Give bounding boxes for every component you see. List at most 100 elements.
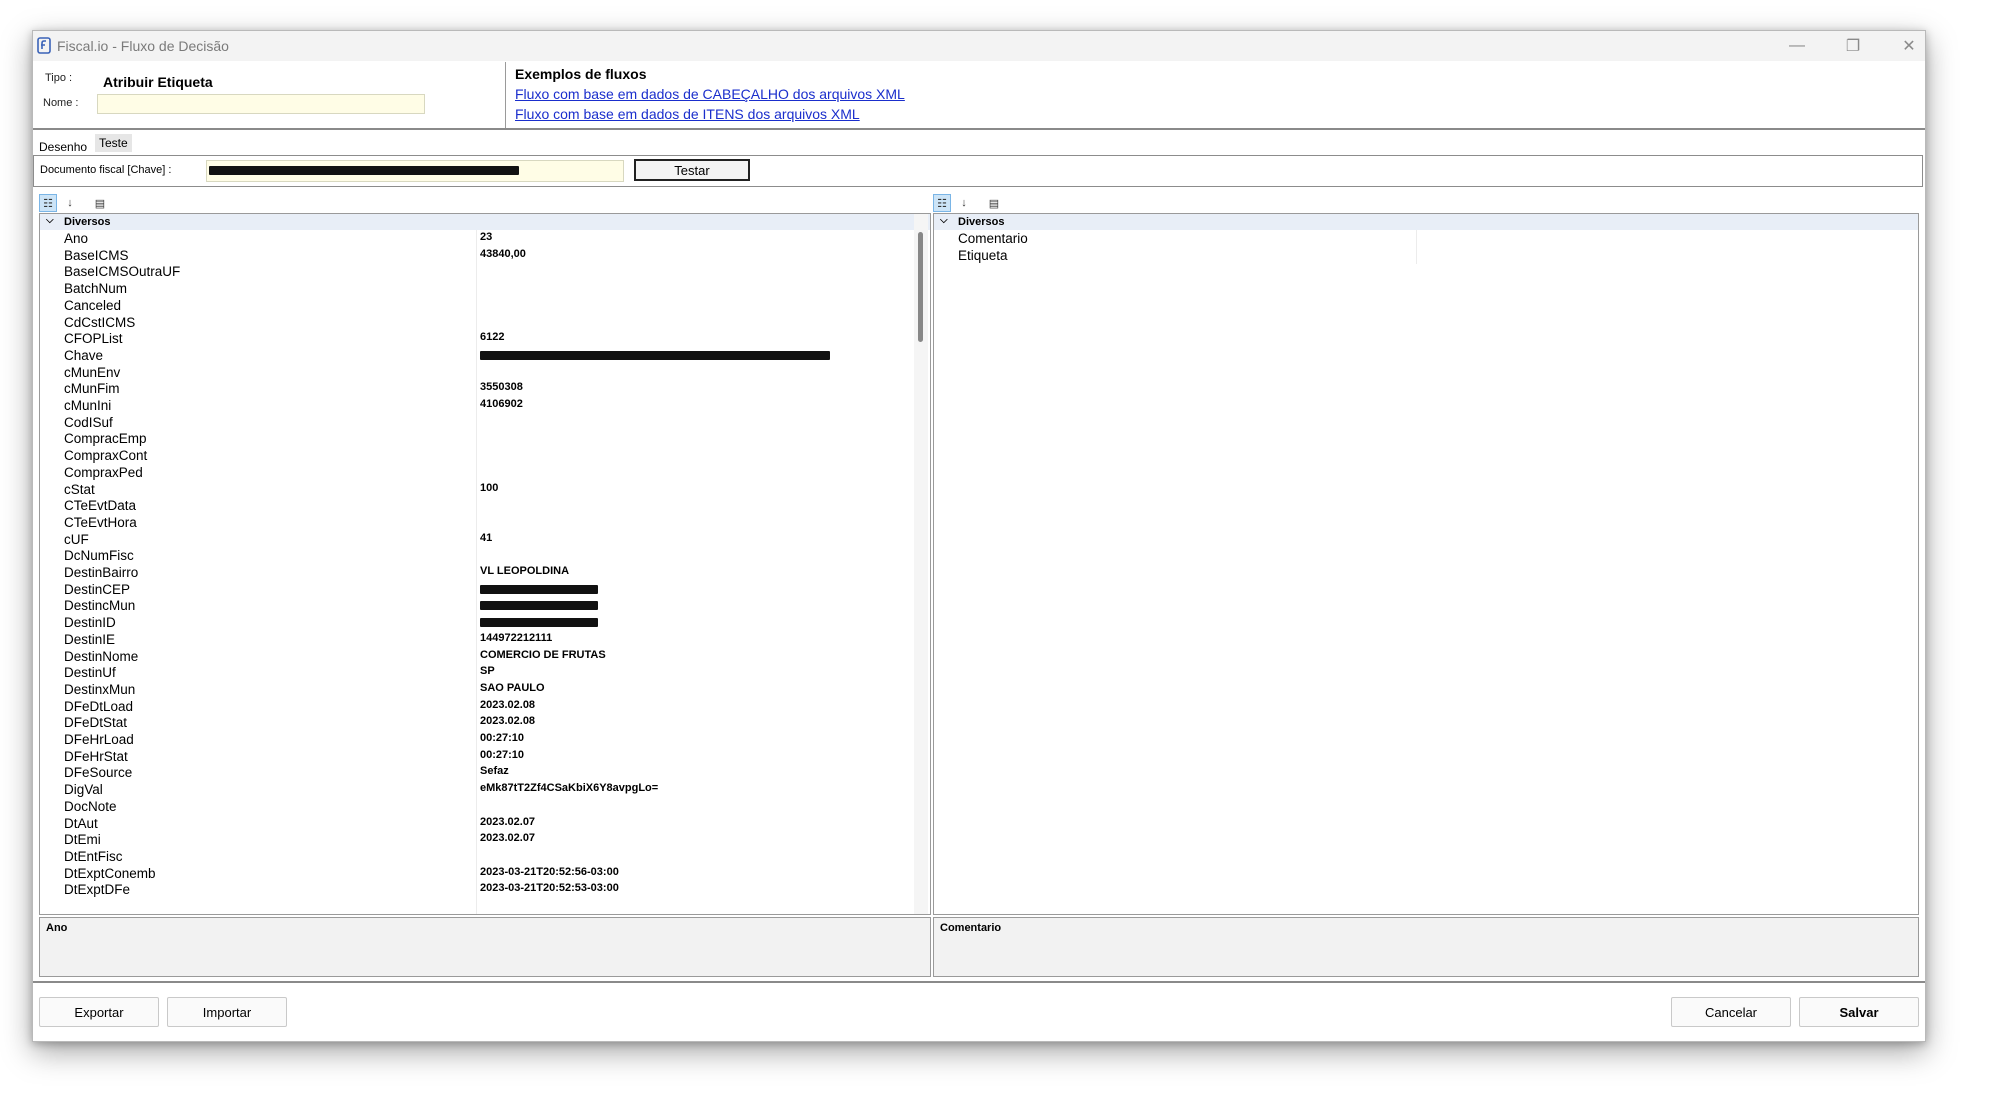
alphabetical-sort-icon[interactable]: ↓ [61, 194, 79, 212]
property-row[interactable]: Comentario [934, 230, 1916, 247]
property-name: CTeEvtData [64, 498, 137, 514]
property-value[interactable]: 43840,00 [480, 248, 526, 260]
property-row[interactable]: CFOPList 6122 [40, 330, 912, 347]
category-row-diversos[interactable]: ⌵ Diversos [934, 214, 1918, 230]
categorized-icon[interactable]: ☷ [39, 194, 57, 212]
property-value[interactable]: VL LEOPOLDINA [480, 565, 569, 577]
property-pages-icon[interactable]: ▤ [985, 194, 1003, 212]
property-row[interactable]: Canceled [40, 297, 912, 314]
minimize-icon[interactable]: — [1777, 35, 1817, 57]
close-icon[interactable]: ✕ [1889, 35, 1929, 57]
property-row[interactable]: Chave [40, 347, 912, 364]
property-row[interactable]: cMunIni 4106902 [40, 397, 912, 414]
property-row[interactable]: DtEntFisc [40, 848, 912, 865]
category-row-diversos[interactable]: ⌵ Diversos [40, 214, 930, 230]
property-row[interactable]: cStat 100 [40, 481, 912, 498]
property-row[interactable]: CodISuf [40, 414, 912, 431]
nome-input[interactable] [97, 94, 425, 114]
property-name: DestinID [64, 615, 116, 631]
restore-icon[interactable]: ❐ [1833, 35, 1873, 57]
property-row[interactable]: DestinUf SP [40, 664, 912, 681]
categorized-icon[interactable]: ☷ [933, 194, 951, 212]
property-row[interactable]: DFeHrStat 00:27:10 [40, 748, 912, 765]
property-row[interactable]: DFeSource Sefaz [40, 764, 912, 781]
property-row[interactable]: DigVal eMk87tT2Zf4CSaKbiX6Y8avpgLo= [40, 781, 912, 798]
property-value[interactable]: 00:27:10 [480, 749, 524, 761]
property-row[interactable]: Etiqueta [934, 247, 1916, 264]
property-name: DestinNome [64, 648, 139, 664]
importar-button[interactable]: Importar [167, 997, 287, 1027]
property-value[interactable]: 41 [480, 532, 492, 544]
property-name: BaseICMS [64, 247, 129, 263]
property-value[interactable]: COMERCIO DE FRUTAS [480, 649, 606, 661]
property-row[interactable]: ComprасEmp [40, 430, 912, 447]
link-cabecalho[interactable]: Fluxo com base em dados de CABEÇALHO dos… [515, 86, 905, 102]
right-property-grid: ⌵ Diversos Comentario Etiqueta [933, 213, 1919, 915]
property-row[interactable]: DestinNome COMERCIO DE FRUTAS [40, 648, 912, 665]
property-row[interactable]: DtExptConemb 2023-03-21T20:52:56-03:00 [40, 865, 912, 882]
property-row[interactable]: cUF 41 [40, 531, 912, 548]
property-value[interactable]: 23 [480, 231, 492, 243]
property-row[interactable]: cMunFim 3550308 [40, 380, 912, 397]
property-value[interactable]: SAO PAULO [480, 682, 545, 694]
property-name: Ano [64, 231, 89, 246]
property-row[interactable]: Ano 23 [40, 230, 912, 247]
property-row[interactable]: CTeEvtHora [40, 514, 912, 531]
property-row[interactable]: DtExptDFe 2023-03-21T20:52:53-03:00 [40, 881, 912, 898]
property-pages-icon[interactable]: ▤ [91, 194, 109, 212]
property-value[interactable]: SP [480, 665, 495, 677]
exportar-button[interactable]: Exportar [39, 997, 159, 1027]
property-value[interactable]: eMk87tT2Zf4CSaKbiX6Y8avpgLo= [480, 782, 658, 794]
property-row[interactable]: DestinID [40, 614, 912, 631]
property-row[interactable]: DestinCEP [40, 581, 912, 598]
property-row[interactable]: DestinxMun SAO PAULO [40, 681, 912, 698]
property-value[interactable]: 2023.02.08 [480, 715, 535, 727]
property-value[interactable]: 2023.02.07 [480, 816, 535, 828]
tab-desenho[interactable]: Desenho [35, 138, 91, 156]
property-value[interactable]: Sefaz [480, 765, 509, 777]
redacted-value [480, 618, 598, 628]
property-value[interactable]: 2023.02.07 [480, 832, 535, 844]
redacted-value [480, 601, 598, 611]
property-row[interactable]: DtAut 2023.02.07 [40, 815, 912, 832]
property-value[interactable]: 2023.02.08 [480, 699, 535, 711]
property-row[interactable]: DFeHrLoad 00:27:10 [40, 731, 912, 748]
tab-teste[interactable]: Teste [95, 134, 132, 152]
property-row[interactable]: DocNote [40, 798, 912, 815]
property-value[interactable]: 4106902 [480, 398, 523, 410]
alphabetical-sort-icon[interactable]: ↓ [955, 194, 973, 212]
chevron-down-icon[interactable]: ⌵ [940, 215, 948, 226]
scroll-thumb[interactable] [918, 232, 923, 342]
link-itens[interactable]: Fluxo com base em dados de ITENS dos arq… [515, 106, 860, 122]
cancelar-button[interactable]: Cancelar [1671, 997, 1791, 1027]
property-row[interactable]: CompraxCont [40, 447, 912, 464]
property-name: Canceled [64, 297, 122, 313]
testar-button[interactable]: Testar [634, 159, 750, 181]
title-bar: Fiscal.io - Fluxo de Decisão — ❐ ✕ [33, 31, 1925, 61]
property-value[interactable]: 100 [480, 482, 498, 494]
property-row[interactable]: DcNumFisc [40, 547, 912, 564]
chevron-down-icon[interactable]: ⌵ [46, 215, 54, 226]
property-value[interactable]: 6122 [480, 331, 504, 343]
property-row[interactable]: CTeEvtData [40, 497, 912, 514]
property-row[interactable]: BaseICMS 43840,00 [40, 247, 912, 264]
property-row[interactable]: DestinBairro VL LEOPOLDINA [40, 564, 912, 581]
salvar-button[interactable]: Salvar [1799, 997, 1919, 1027]
property-row[interactable]: DestinIE 144972212111 [40, 631, 912, 648]
property-value[interactable]: 00:27:10 [480, 732, 524, 744]
property-value[interactable]: 2023-03-21T20:52:53-03:00 [480, 882, 619, 894]
property-row[interactable]: CompraxPed [40, 464, 912, 481]
doc-chave-input[interactable] [206, 160, 624, 182]
property-row[interactable]: CdCstICMS [40, 314, 912, 331]
property-row[interactable]: BaseICMSOutraUF [40, 263, 912, 280]
left-scrollbar[interactable] [914, 214, 928, 914]
property-row[interactable]: DestincMun [40, 597, 912, 614]
property-value[interactable]: 3550308 [480, 381, 523, 393]
property-row[interactable]: DtEmi 2023.02.07 [40, 831, 912, 848]
property-row[interactable]: DFeDtStat 2023.02.08 [40, 714, 912, 731]
property-value[interactable]: 2023-03-21T20:52:56-03:00 [480, 866, 619, 878]
property-row[interactable]: cMunEnv [40, 364, 912, 381]
property-value[interactable]: 144972212111 [480, 632, 552, 644]
property-row[interactable]: DFeDtLoad 2023.02.08 [40, 698, 912, 715]
property-row[interactable]: BatchNum [40, 280, 912, 297]
